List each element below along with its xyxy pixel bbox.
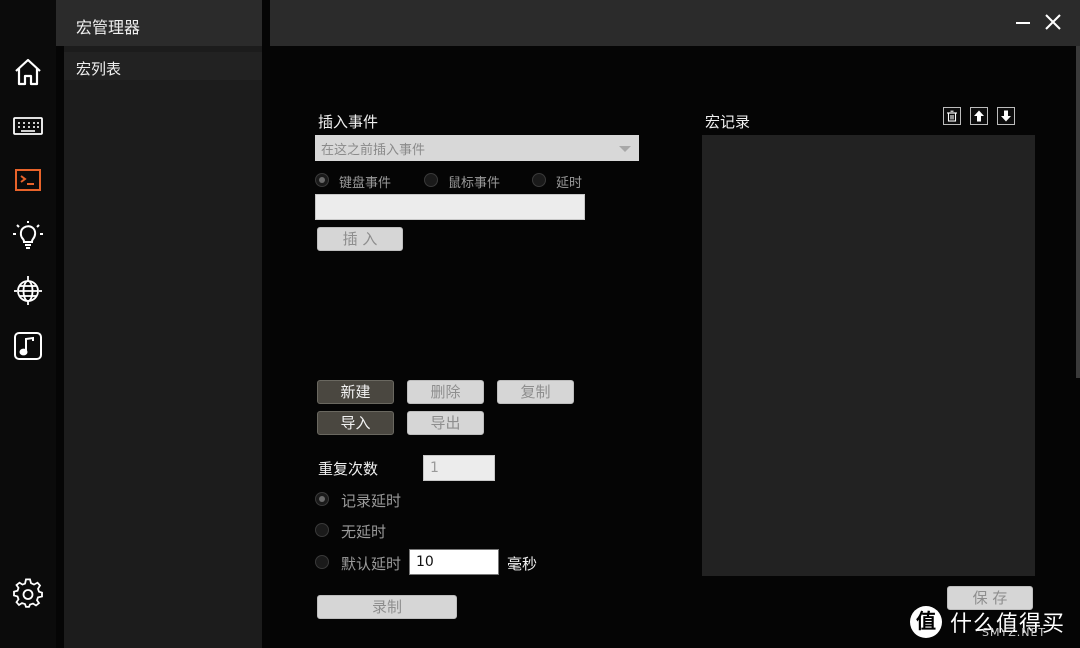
macro-record-list[interactable] bbox=[702, 135, 1035, 576]
radio-no-delay[interactable] bbox=[315, 523, 329, 537]
insert-position-value: 在这之前插入事件 bbox=[321, 143, 426, 158]
default-delay-input[interactable]: 10 bbox=[409, 549, 499, 575]
move-down-button[interactable] bbox=[997, 107, 1015, 125]
radio-mouse-event[interactable] bbox=[424, 173, 438, 187]
minimize-button[interactable] bbox=[1010, 10, 1036, 36]
radio-keyboard-event-label: 键盘事件 bbox=[339, 176, 392, 191]
radio-delay-label: 延时 bbox=[556, 176, 583, 191]
insert-position-select[interactable]: 在这之前插入事件 bbox=[315, 135, 639, 161]
scrollbar[interactable] bbox=[1076, 46, 1080, 378]
main-titlebar bbox=[270, 0, 1080, 46]
radio-default-delay-label: 默认延时 bbox=[341, 555, 402, 573]
macro-list-panel: 宏列表 bbox=[64, 46, 262, 648]
macro-list-header: 宏管理器 bbox=[56, 0, 262, 46]
icon-rail bbox=[0, 0, 56, 648]
export-macro-button[interactable]: 导出 bbox=[407, 411, 484, 435]
radio-delay[interactable] bbox=[532, 173, 546, 187]
insert-button[interactable]: 插 入 bbox=[317, 227, 403, 251]
insert-event-label: 插入事件 bbox=[318, 113, 379, 131]
repeat-count-label: 重复次数 bbox=[318, 460, 379, 478]
home-icon[interactable] bbox=[10, 54, 46, 90]
radio-default-delay[interactable] bbox=[315, 555, 329, 569]
globe-icon[interactable] bbox=[10, 272, 46, 308]
gear-icon[interactable] bbox=[10, 576, 46, 612]
repeat-count-input[interactable]: 1 bbox=[423, 455, 495, 481]
delay-unit-label: 毫秒 bbox=[507, 555, 538, 573]
watermark: 值 什么值得买 SMYZ.NET bbox=[910, 604, 1078, 644]
watermark-badge: 值 bbox=[910, 606, 942, 638]
trash-icon bbox=[947, 110, 957, 122]
radio-mouse-event-label: 鼠标事件 bbox=[448, 176, 501, 191]
radio-keyboard-event[interactable] bbox=[315, 173, 329, 187]
lightbulb-icon[interactable] bbox=[10, 218, 46, 254]
close-button[interactable] bbox=[1040, 10, 1066, 36]
watermark-subtext: SMYZ.NET bbox=[982, 626, 1047, 639]
new-macro-button[interactable]: 新建 bbox=[317, 380, 394, 404]
macro-list-section-label[interactable]: 宏列表 bbox=[64, 52, 262, 80]
copy-macro-button[interactable]: 复制 bbox=[497, 380, 574, 404]
event-value-input[interactable] bbox=[315, 194, 585, 220]
record-button[interactable]: 录制 bbox=[317, 595, 457, 619]
arrow-up-icon bbox=[974, 110, 984, 122]
delete-macro-button[interactable]: 删除 bbox=[407, 380, 484, 404]
music-note-icon[interactable] bbox=[10, 328, 46, 364]
column-divider bbox=[262, 0, 270, 46]
move-up-button[interactable] bbox=[970, 107, 988, 125]
keyboard-icon[interactable] bbox=[10, 108, 46, 144]
close-icon bbox=[1045, 14, 1061, 30]
import-macro-button[interactable]: 导入 bbox=[317, 411, 394, 435]
radio-record-delay-label: 记录延时 bbox=[341, 492, 402, 510]
chevron-down-icon bbox=[619, 146, 631, 152]
macro-record-title: 宏记录 bbox=[705, 113, 751, 131]
macro-terminal-icon[interactable] bbox=[10, 162, 46, 198]
app-title: 宏管理器 bbox=[76, 18, 141, 37]
arrow-down-icon bbox=[1001, 110, 1011, 122]
radio-no-delay-label: 无延时 bbox=[341, 523, 387, 541]
delete-record-button[interactable] bbox=[943, 107, 961, 125]
radio-record-delay[interactable] bbox=[315, 492, 329, 506]
